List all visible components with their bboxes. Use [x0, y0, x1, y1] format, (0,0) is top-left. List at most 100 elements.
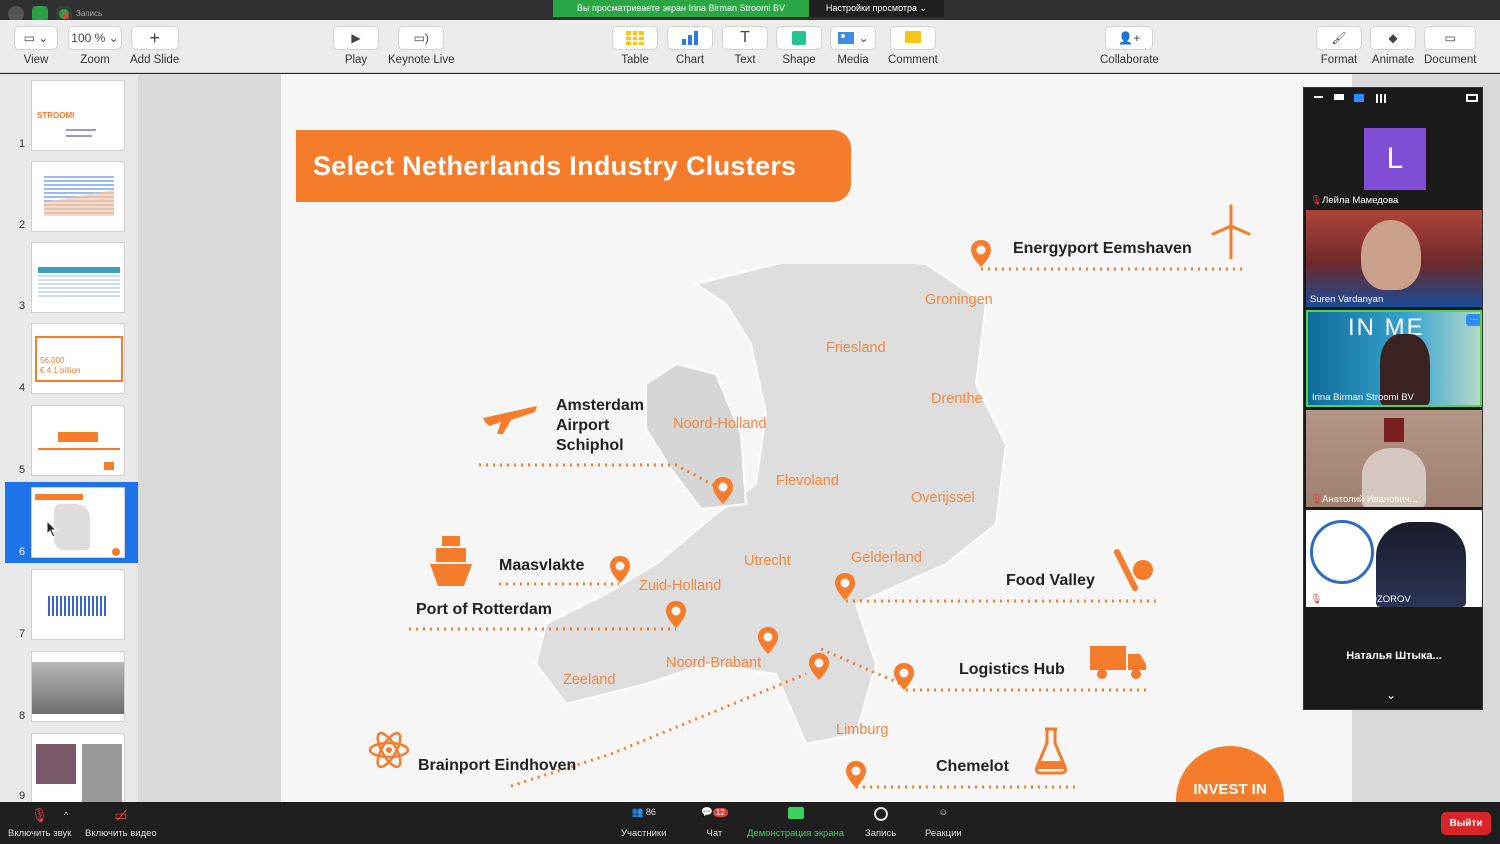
- zoom-select[interactable]: 100 % ⌄ Zoom: [68, 26, 122, 66]
- slide-thumbnail-8[interactable]: [31, 651, 125, 722]
- play-button[interactable]: ▶ Play: [333, 26, 379, 66]
- connector-lines: [409, 267, 1246, 789]
- province-drenthe: Drenthe: [931, 391, 983, 407]
- slide-canvas: Select Netherlands Industry Clusters Ene…: [138, 74, 1500, 802]
- shape-label: Shape: [782, 54, 816, 66]
- play-icon: ▶: [333, 26, 379, 50]
- participant-tile[interactable]: 🎙Oleg B. PROZOROV: [1306, 510, 1482, 607]
- record-button[interactable]: Запись: [865, 807, 896, 839]
- slide-thumbnail-4[interactable]: 56,000 € 4.1 billion: [31, 323, 125, 394]
- invest-label: INVEST IN: [1193, 781, 1267, 798]
- participant-name: Irina Birman Stroomi BV: [1312, 392, 1414, 403]
- view-label: View: [23, 54, 49, 66]
- smiley-icon: ☺: [938, 807, 949, 818]
- slide-thumbnail-5[interactable]: [31, 405, 125, 476]
- emblem-icon: [1384, 418, 1404, 442]
- play-label: Play: [344, 54, 368, 66]
- slide-number: 1: [19, 138, 26, 150]
- zoom-label: Zoom: [80, 54, 110, 66]
- slide-navigator: STROOMI 1 2 3 56,000 € 4.1 billion 4 5 6…: [0, 74, 138, 802]
- chat-button[interactable]: 💬 12 Чат: [701, 807, 728, 839]
- media-icon: ⌄: [830, 26, 876, 50]
- share-screen-button[interactable]: Демонстрация экрана: [747, 807, 844, 839]
- more-options-icon[interactable]: ···: [1466, 314, 1480, 326]
- keynote-live-button[interactable]: ▭) Keynote Live: [388, 26, 455, 66]
- comment-icon: [889, 26, 936, 50]
- cluster-brainport-eindhoven: Brainport Eindhoven: [418, 757, 577, 774]
- slide-thumbnail-7[interactable]: [31, 569, 125, 640]
- avatar: L: [1364, 128, 1426, 190]
- format-button[interactable]: 🖌 Format: [1316, 26, 1362, 66]
- participant-name: 🎙Анатолий Иванович...: [1310, 494, 1418, 505]
- share-screen-label: Демонстрация экрана: [747, 828, 845, 839]
- reactions-button[interactable]: ☺ Реакции: [925, 807, 962, 839]
- media-label: Media: [837, 54, 869, 66]
- chevron-down-icon[interactable]: ⌄: [1386, 688, 1396, 702]
- atom-icon: [368, 731, 410, 769]
- participant-tile[interactable]: 🎙Анатолий Иванович...: [1306, 410, 1482, 507]
- slide-number: 7: [19, 628, 26, 640]
- slide-thumbnail-1[interactable]: STROOMI: [31, 80, 125, 151]
- document-button[interactable]: ▭ Document: [1424, 26, 1476, 66]
- speaker-view-icon[interactable]: [1334, 94, 1344, 100]
- participant-name: 🎙Oleg B. PROZOROV: [1310, 594, 1411, 605]
- participant-gallery: L 🎙Лейла Мамедова Suren Vardanyan IN ME …: [1303, 87, 1483, 710]
- slide[interactable]: Select Netherlands Industry Clusters Ene…: [281, 74, 1352, 802]
- slide-thumbnail-2[interactable]: [31, 161, 125, 232]
- cluster-maasvlakte: Maasvlakte: [499, 557, 585, 574]
- table-label: Table: [621, 54, 649, 66]
- province-flevoland: Flevoland: [776, 473, 839, 489]
- gallery-controls: [1312, 94, 1482, 108]
- province-utrecht: Utrecht: [744, 553, 791, 569]
- participant-tile[interactable]: Suren Vardanyan: [1306, 210, 1482, 307]
- text-label: Text: [734, 54, 756, 66]
- location-pin-icon: [835, 573, 855, 600]
- add-slide-button[interactable]: + Add Slide: [130, 26, 179, 66]
- cluster-amsterdam-line2: Airport: [556, 417, 610, 434]
- province-noord-brabant: Noord-Brabant: [666, 655, 762, 671]
- gallery-view-icon[interactable]: [1376, 94, 1386, 103]
- shape-button[interactable]: Shape: [776, 26, 822, 66]
- location-pin-icon: [894, 663, 914, 690]
- minimize-icon[interactable]: [1314, 96, 1323, 98]
- province-groningen: Groningen: [925, 292, 993, 308]
- muted-mic-icon: 🎙: [1310, 594, 1323, 605]
- animate-label: Animate: [1371, 54, 1415, 66]
- format-label: Format: [1320, 54, 1358, 66]
- leave-button[interactable]: Выйти: [1441, 812, 1491, 835]
- collaborate-button[interactable]: 👤+ Collaborate: [1100, 26, 1159, 66]
- record-icon: [865, 807, 896, 825]
- delivery-truck-icon: [1090, 646, 1146, 679]
- slide-thumbnail-9[interactable]: [31, 733, 125, 802]
- exit-window-icon[interactable]: [1466, 94, 1478, 102]
- document-icon: ▭: [1424, 26, 1477, 50]
- view-button[interactable]: ▭ ⌄ View: [14, 26, 58, 66]
- chart-label: Chart: [675, 54, 705, 66]
- table-button[interactable]: Table: [612, 26, 658, 66]
- animate-button[interactable]: ◆ Animate: [1370, 26, 1416, 66]
- text-button[interactable]: T Text: [722, 26, 768, 66]
- slide-thumbnail-3[interactable]: [31, 242, 125, 313]
- province-friesland: Friesland: [826, 340, 886, 356]
- start-video-button[interactable]: ▭̸ Включить видео: [85, 807, 157, 839]
- cluster-amsterdam-line1: Amsterdam: [556, 397, 645, 414]
- participant-tile[interactable]: L 🎙Лейла Мамедова: [1306, 111, 1482, 208]
- table-icon: [612, 26, 658, 50]
- view-options-dropdown[interactable]: Настройки просмотра ⌄: [809, 0, 944, 17]
- cluster-amsterdam-line3: Schiphol: [556, 437, 624, 454]
- mouse-cursor-icon: [46, 520, 58, 538]
- comment-button[interactable]: Comment: [888, 26, 938, 66]
- zoom-bottom-bar: 🎙 Включить звук ^ ▭̸ Включить видео 👥 86…: [0, 802, 1500, 844]
- participant-tile[interactable]: IN ME ··· Irina Birman Stroomi BV: [1306, 310, 1482, 407]
- media-button[interactable]: ⌄ Media: [830, 26, 876, 66]
- unmute-button[interactable]: 🎙 Включить звук: [8, 807, 71, 839]
- chart-button[interactable]: Chart: [667, 26, 713, 66]
- participants-button[interactable]: 👥 86 Участники: [621, 807, 666, 839]
- screen-share-banner: Вы просматриваете экран Irina Birman Str…: [553, 0, 809, 17]
- view-options-label: Настройки просмотра: [825, 3, 918, 13]
- audio-options-caret[interactable]: ^: [64, 810, 68, 820]
- province-noord-holland: Noord-Holland: [673, 416, 767, 432]
- participants-label: Участники: [621, 828, 667, 839]
- zoom-top-bar: Запись Вы просматриваете экран Irina Bir…: [0, 0, 1500, 22]
- strip-view-icon[interactable]: [1354, 94, 1364, 102]
